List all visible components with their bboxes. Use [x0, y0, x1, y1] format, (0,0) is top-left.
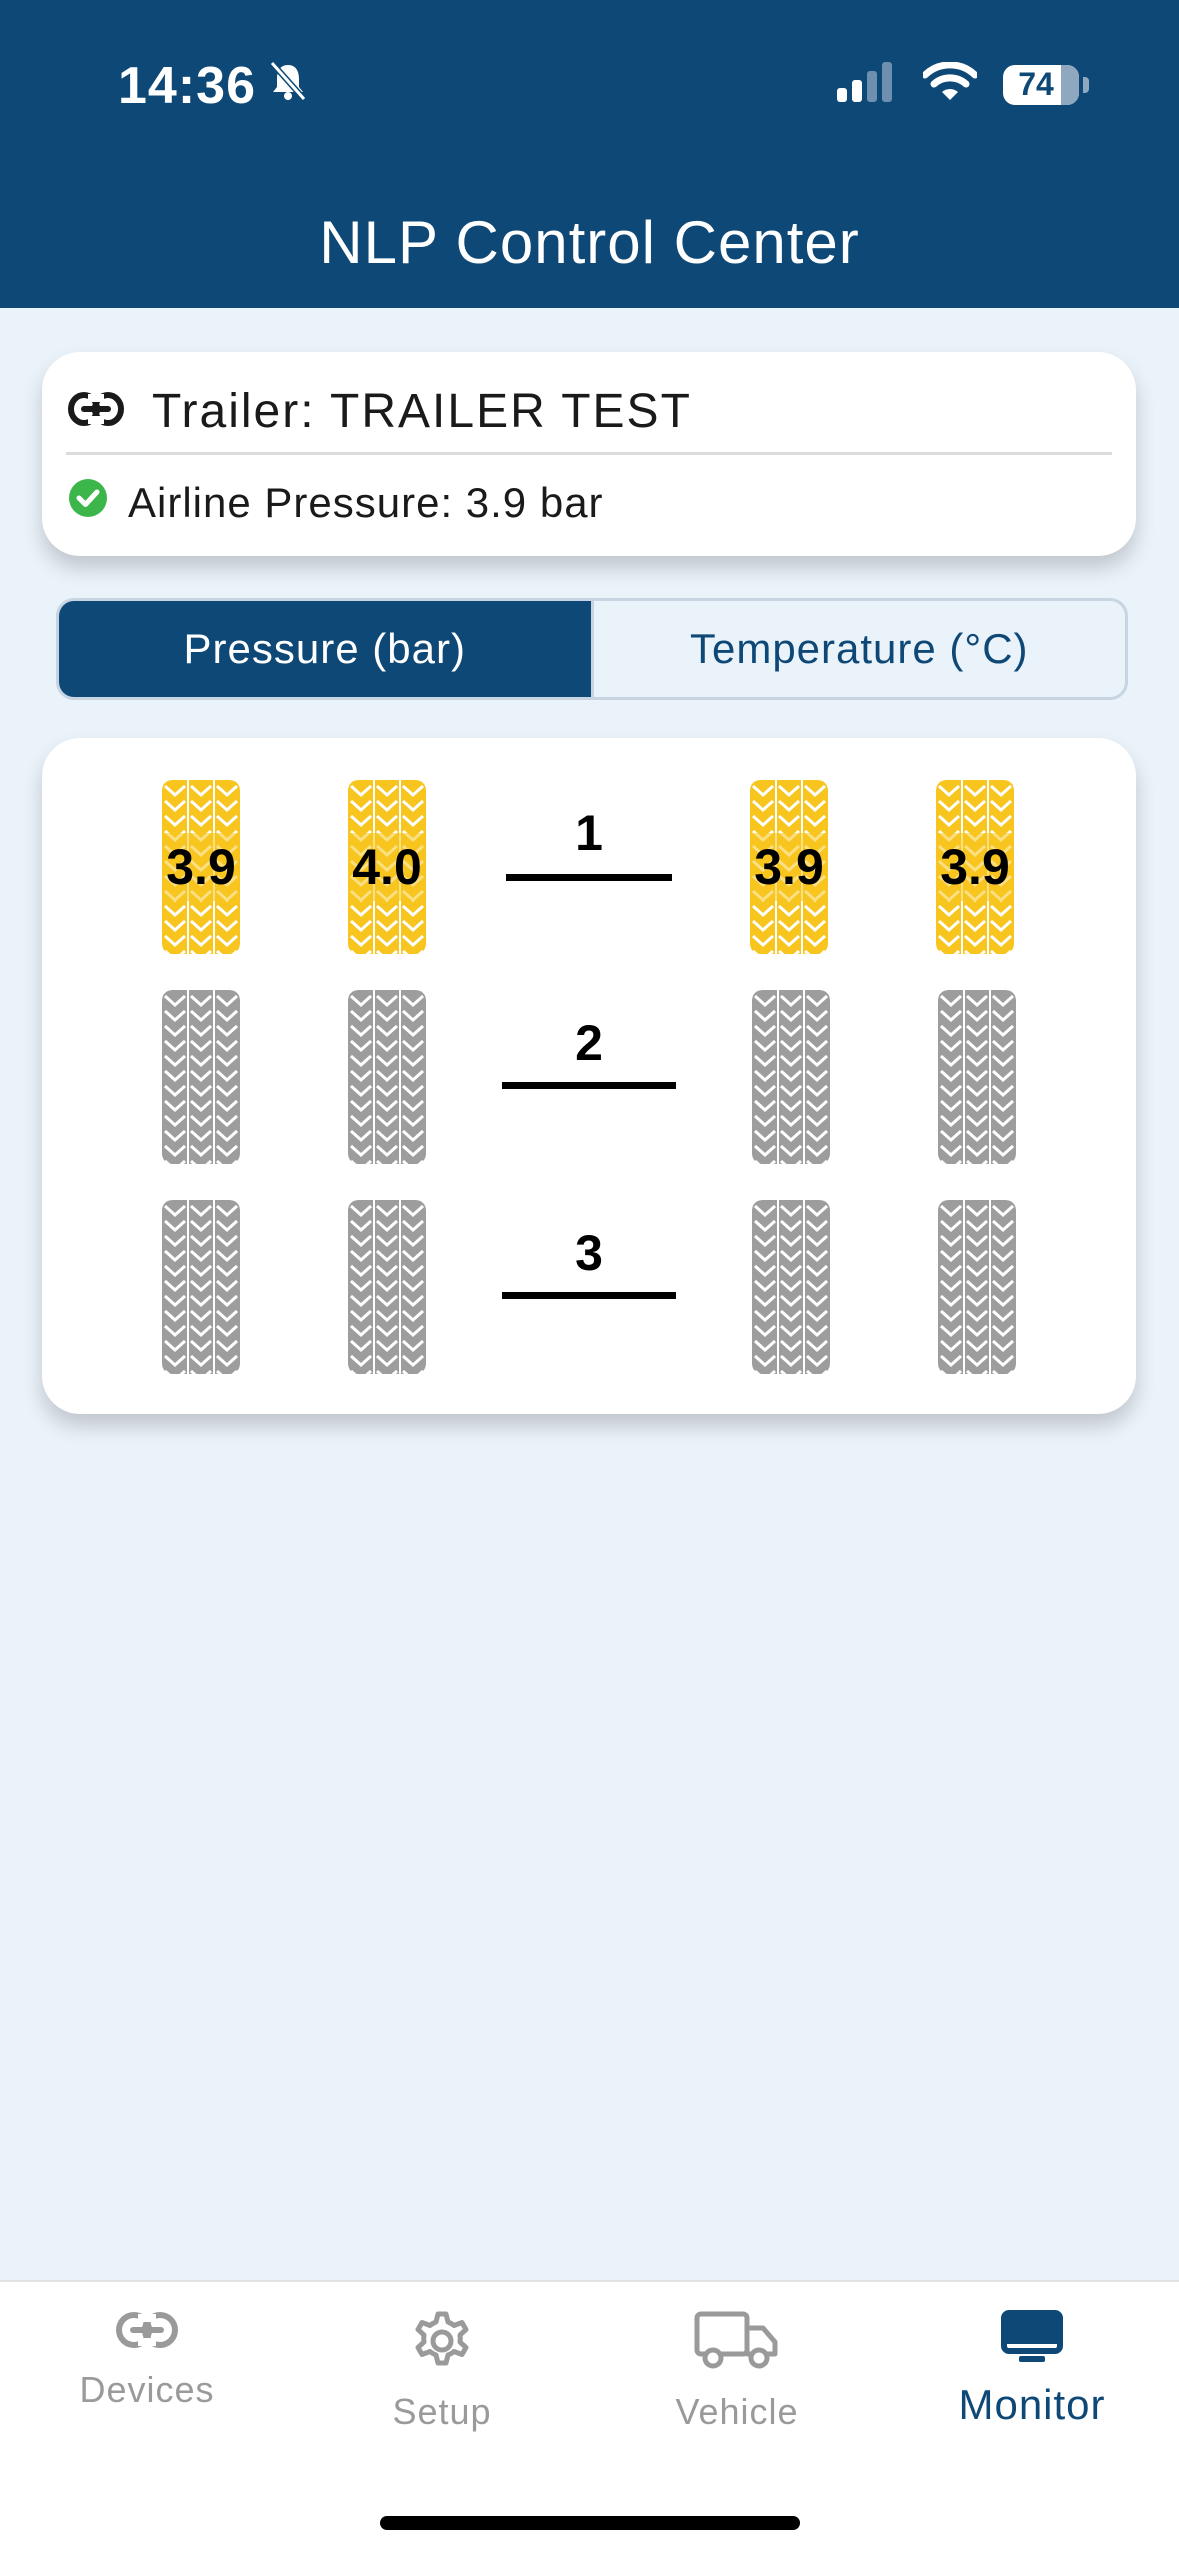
app-header: 14:36 74 NLP Control Center: [0, 0, 1179, 308]
tread-icon: [938, 990, 1016, 1164]
tire-2-3[interactable]: [752, 990, 830, 1164]
nav-setup[interactable]: Setup: [312, 2310, 572, 2433]
trailer-name: Trailer: TRAILER TEST: [152, 385, 692, 438]
signal-icon: [837, 62, 897, 107]
axle-line: [502, 1292, 676, 1299]
unit-toggle: Pressure (bar) Temperature (°C): [56, 598, 1128, 700]
bell-muted-icon: [268, 56, 308, 116]
tire-1-3[interactable]: 3.9: [750, 780, 828, 954]
tread-icon: [348, 990, 426, 1164]
tire-1-4[interactable]: 3.9: [936, 780, 1014, 954]
trailer-row: Trailer: TRAILER TEST: [68, 384, 692, 439]
tire-3-1[interactable]: [162, 1200, 240, 1374]
axle-number: 1: [575, 805, 603, 861]
axle-number: 2: [575, 1015, 603, 1071]
axle-line: [502, 1082, 676, 1089]
tread-icon: [752, 990, 830, 1164]
link-icon: [68, 384, 124, 439]
trailer-card: Trailer: TRAILER TEST Airline Pressure: …: [42, 352, 1136, 556]
status-time: 14:36: [118, 56, 308, 116]
nav-monitor[interactable]: Monitor: [902, 2310, 1162, 2429]
wifi-icon: [921, 61, 979, 107]
tread-icon: [348, 1200, 426, 1374]
tire-3-3[interactable]: [752, 1200, 830, 1374]
tire-2-2[interactable]: [348, 990, 426, 1164]
check-circle-icon: [68, 478, 108, 528]
axle-number: 3: [575, 1225, 603, 1281]
tread-icon: [938, 1200, 1016, 1374]
tire-3-2[interactable]: [348, 1200, 426, 1374]
tire-1-1[interactable]: 3.9: [162, 780, 240, 954]
page-title: NLP Control Center: [319, 209, 860, 276]
monitor-icon: [1001, 2310, 1063, 2371]
divider: [66, 452, 1112, 455]
airline-pressure-text: Airline Pressure: 3.9 bar: [128, 479, 604, 526]
nav-vehicle[interactable]: Vehicle: [607, 2310, 867, 2433]
link-icon: [115, 2310, 179, 2355]
truck-icon: [694, 2310, 780, 2377]
nav-devices[interactable]: Devices: [17, 2310, 277, 2411]
tread-icon: [752, 1200, 830, 1374]
airline-pressure-row: Airline Pressure: 3.9 bar: [68, 478, 604, 528]
home-indicator: [380, 2516, 800, 2530]
tread-icon: [162, 990, 240, 1164]
axle-diagram: 3.9 4.0 1 3.9 3.9 2 3: [42, 738, 1136, 1414]
battery-icon: 74: [1003, 64, 1089, 105]
tread-icon: [162, 1200, 240, 1374]
tire-2-4[interactable]: [938, 990, 1016, 1164]
tab-temperature[interactable]: Temperature (°C): [590, 601, 1126, 697]
gear-icon: [411, 2310, 473, 2377]
tab-pressure[interactable]: Pressure (bar): [59, 601, 591, 697]
tire-3-4[interactable]: [938, 1200, 1016, 1374]
tire-1-2[interactable]: 4.0: [348, 780, 426, 954]
status-indicators: 74: [837, 61, 1089, 107]
tire-2-1[interactable]: [162, 990, 240, 1164]
axle-line: [506, 874, 672, 881]
